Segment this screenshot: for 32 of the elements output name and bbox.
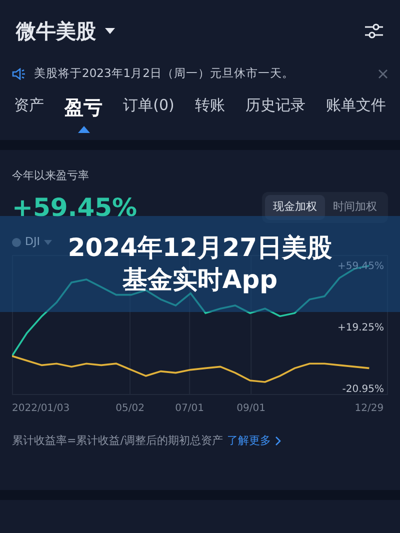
banner-text: 2024年12月27日美股 <box>68 232 332 264</box>
axis-label: 05/02 <box>116 402 144 414</box>
banner-text: 基金实时App <box>122 264 278 296</box>
axis-label: 07/01 <box>175 402 204 414</box>
chevron-right-icon[interactable] <box>274 436 281 446</box>
axis-label: 2022/01/03 <box>12 402 70 414</box>
formula-text: 累计收益率=累计收益/调整后的期初总资产 <box>12 432 223 448</box>
tab[interactable]: 盈亏 <box>64 94 103 122</box>
legend-label: DJI <box>25 234 40 250</box>
axis-label: +19.25% <box>337 322 384 334</box>
close-icon[interactable] <box>378 69 388 79</box>
return-value: +59.45% <box>12 192 138 224</box>
tab[interactable]: 账单文件 <box>326 94 386 116</box>
tab-indicator-icon <box>78 126 90 132</box>
summary-label: 今年以来盈亏率 <box>12 168 90 184</box>
axis-label: +59.45% <box>337 260 384 272</box>
tab[interactable]: 历史记录 <box>245 94 306 116</box>
tab[interactable]: 订单(0) <box>123 94 174 116</box>
dropdown-caret-icon[interactable] <box>104 27 116 35</box>
segment-button[interactable]: 时间加权 <box>325 195 385 220</box>
axis-label: 09/01 <box>236 402 266 414</box>
tab[interactable]: 资产 <box>14 94 44 116</box>
axis-label: -20.95% <box>342 384 384 395</box>
filter-icon[interactable] <box>364 22 384 40</box>
legend-dot-icon <box>12 238 21 247</box>
learn-more-link[interactable]: 了解更多 <box>226 432 271 449</box>
app-title: 微牛美股 <box>16 18 96 45</box>
tab[interactable]: 转账 <box>194 94 225 116</box>
speaker-icon <box>12 68 26 80</box>
axis-label: 12/29 <box>354 402 384 414</box>
segment-button[interactable]: 现金加权 <box>265 195 325 220</box>
notice-text: 美股将于2023年1月2日（周一）元旦休市一天。 <box>34 65 295 82</box>
